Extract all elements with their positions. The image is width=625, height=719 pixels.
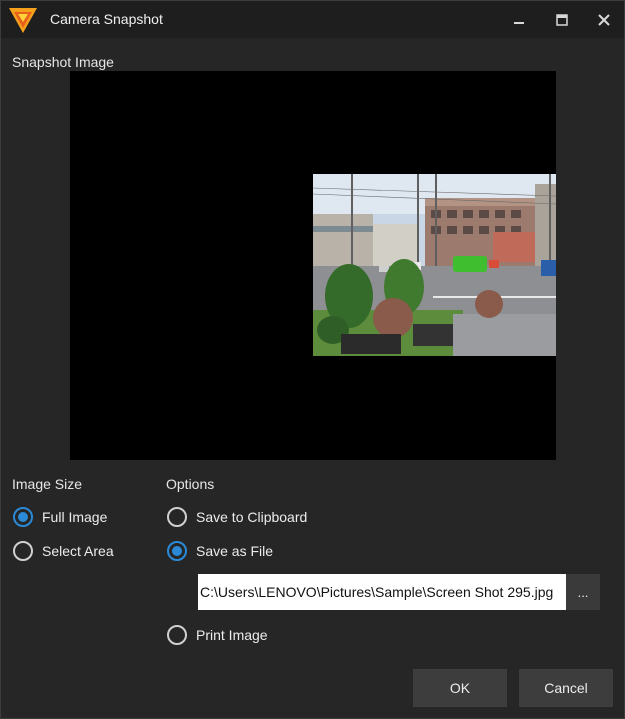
close-button[interactable] <box>584 1 624 38</box>
radio-checked-icon[interactable] <box>13 507 33 527</box>
file-path-input[interactable] <box>198 574 566 610</box>
save-to-clipboard-radio[interactable]: Save to Clipboard <box>167 506 307 528</box>
minimize-button[interactable] <box>499 1 539 38</box>
select-area-radio[interactable]: Select Area <box>13 540 114 562</box>
full-image-radio[interactable]: Full Image <box>13 506 107 528</box>
save-as-file-label: Save as File <box>196 543 274 559</box>
select-area-label: Select Area <box>42 543 114 559</box>
minimize-icon <box>514 21 524 24</box>
radio-checked-icon[interactable] <box>167 541 187 561</box>
snapshot-photo <box>313 174 556 356</box>
save-to-clipboard-label: Save to Clipboard <box>196 509 308 525</box>
full-image-label: Full Image <box>42 509 108 525</box>
window-title: Camera Snapshot <box>50 11 163 27</box>
snapshot-preview[interactable] <box>70 71 556 460</box>
print-image-radio[interactable]: Print Image <box>167 624 268 646</box>
brand-logo-icon <box>9 8 37 33</box>
ok-button[interactable]: OK <box>413 669 507 707</box>
radio-unchecked-icon[interactable] <box>13 541 33 561</box>
title-bar[interactable]: Camera Snapshot <box>1 1 624 38</box>
browse-button[interactable]: ... <box>566 574 600 610</box>
save-as-file-radio[interactable]: Save as File <box>167 540 273 562</box>
options-label: Options <box>166 476 215 492</box>
snapshot-image-label: Snapshot Image <box>12 54 114 70</box>
print-image-label: Print Image <box>196 627 268 643</box>
cancel-button[interactable]: Cancel <box>519 669 613 707</box>
radio-unchecked-icon[interactable] <box>167 507 187 527</box>
maximize-button[interactable] <box>542 1 582 38</box>
maximize-icon <box>556 13 568 26</box>
image-size-label: Image Size <box>12 476 83 492</box>
close-icon <box>598 13 610 26</box>
radio-unchecked-icon[interactable] <box>167 625 187 645</box>
camera-snapshot-dialog: Camera Snapshot Snapshot Image Image Siz… <box>0 0 625 719</box>
